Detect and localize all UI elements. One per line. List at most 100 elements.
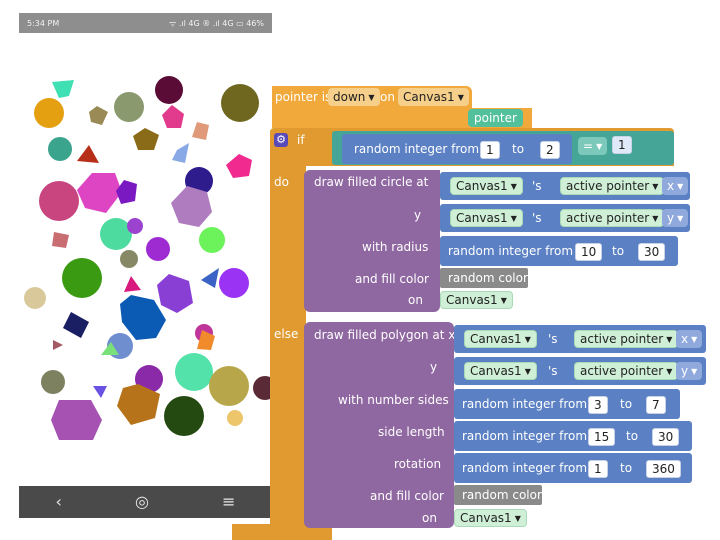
back-icon[interactable]: ‹ xyxy=(56,494,62,510)
shape-circle xyxy=(41,370,65,394)
circle-radius-from-value[interactable]: 10 xyxy=(575,243,603,261)
chevron-down-icon: ▼ xyxy=(510,213,517,223)
polygon-y-component-dropdown[interactable]: Canvas1 ▼ xyxy=(464,362,537,380)
chevron-down-icon: ▼ xyxy=(677,213,684,223)
polygon-length-label: side length xyxy=(378,425,445,439)
shape-polygon xyxy=(116,180,137,204)
polygon-rotation-label: rotation xyxy=(394,457,442,471)
else-label: else xyxy=(274,327,299,341)
if-label: if xyxy=(297,133,305,147)
shape-polygon xyxy=(77,145,99,163)
polygon-sides-to-value[interactable]: 7 xyxy=(646,396,666,414)
shape-polygon xyxy=(77,173,122,213)
shape-polygon xyxy=(171,186,212,227)
shape-polygon xyxy=(162,105,184,128)
circle-y-apos: 's xyxy=(532,211,542,225)
circle-y-field-dropdown[interactable]: y ▼ xyxy=(662,209,689,227)
polygon-sides-label: with number sides xyxy=(338,393,449,407)
polygon-rotation-to-label: to xyxy=(620,461,633,475)
chevron-down-icon: ▼ xyxy=(368,92,375,102)
polygon-sides-from-value[interactable]: 3 xyxy=(588,396,608,414)
shape-polygon xyxy=(63,312,89,338)
shape-circle xyxy=(146,237,170,261)
status-icons: ᯤ .ıl 4G ® .ıl 4G ▭ 46% xyxy=(169,18,264,29)
home-icon[interactable]: ◎ xyxy=(135,494,149,510)
circle-radius-random-label: random integer from xyxy=(448,244,574,258)
gear-icon[interactable]: ⚙ xyxy=(274,133,288,147)
polygon-rotation-from-value[interactable]: 1 xyxy=(588,460,608,478)
condition-from-value[interactable]: 1 xyxy=(480,141,500,159)
polygon-x-prop-dropdown[interactable]: active pointer ▼ xyxy=(574,330,679,348)
shape-polygon xyxy=(89,106,108,125)
circle-on-component[interactable]: Canvas1 ▼ xyxy=(440,291,513,309)
event-name-dropdown[interactable]: down ▼ xyxy=(328,88,380,106)
event-block[interactable]: pointer is down ▼ on Canvas1 ▼ xyxy=(272,86,472,108)
circle-radius-label: with radius xyxy=(362,240,429,254)
chevron-down-icon: ▼ xyxy=(596,141,603,151)
circle-radius-to-value[interactable]: 30 xyxy=(638,243,666,261)
shape-circle xyxy=(24,287,46,309)
polygon-y-field-dropdown[interactable]: y ▼ xyxy=(676,362,703,380)
circle-x-field-dropdown[interactable]: x ▼ xyxy=(662,177,689,195)
polygon-x-field-dropdown[interactable]: x ▼ xyxy=(676,330,703,348)
circle-radius-to-label: to xyxy=(612,244,625,258)
polygon-rotation-to-value[interactable]: 360 xyxy=(646,460,681,478)
polygon-sides-to-label: to xyxy=(620,397,633,411)
canvas-shapes xyxy=(24,76,272,440)
chevron-down-icon: ▼ xyxy=(500,295,507,305)
shape-circle xyxy=(199,227,225,253)
event-component-dropdown[interactable]: Canvas1 ▼ xyxy=(398,88,469,106)
polygon-length-random-label: random integer from xyxy=(462,429,588,443)
circle-on-label: on xyxy=(408,293,423,307)
pointer-param[interactable]: pointer xyxy=(468,109,523,127)
shape-polygon xyxy=(133,128,159,150)
shape-circle xyxy=(221,84,259,122)
shape-circle xyxy=(120,250,138,268)
polygon-y-prop-dropdown[interactable]: active pointer ▼ xyxy=(574,362,679,380)
shape-circle xyxy=(48,137,72,161)
polygon-y-label: y xyxy=(430,360,438,374)
do-label: do xyxy=(274,175,289,189)
polygon-random-color-block[interactable]: random color xyxy=(454,485,542,505)
circle-y-prop-dropdown[interactable]: active pointer ▼ xyxy=(560,209,665,227)
polygon-x-component-dropdown[interactable]: Canvas1 ▼ xyxy=(464,330,537,348)
shape-circle xyxy=(114,92,144,122)
signal-icons: ᯤ .ıl 4G ® .ıl 4G xyxy=(168,18,234,28)
circle-x-prop-dropdown[interactable]: active pointer ▼ xyxy=(560,177,665,195)
chevron-down-icon: ▼ xyxy=(457,92,464,102)
compare-operator-dropdown[interactable]: = ▼ xyxy=(578,137,608,155)
condition-to-value[interactable]: 2 xyxy=(540,141,560,159)
polygon-length-from-value[interactable]: 15 xyxy=(588,428,616,446)
drawing-canvas[interactable] xyxy=(19,70,272,482)
chevron-down-icon: ▼ xyxy=(652,181,659,191)
shape-circle xyxy=(39,181,79,221)
circle-y-label: y xyxy=(414,208,422,222)
status-time: 5:34 PM xyxy=(27,18,60,28)
battery-icon: ▭ xyxy=(236,18,244,28)
circle-y-component-dropdown[interactable]: Canvas1 ▼ xyxy=(450,209,523,227)
shape-polygon xyxy=(52,232,69,248)
circle-title-bar xyxy=(430,170,440,190)
polygon-on-component[interactable]: Canvas1 ▼ xyxy=(454,509,527,527)
shape-polygon xyxy=(51,400,102,440)
menu-icon[interactable]: ≡ xyxy=(222,494,235,510)
shape-circle xyxy=(209,366,249,406)
shape-circle xyxy=(100,218,132,250)
shape-circle xyxy=(127,218,143,234)
event-param-bar: pointer xyxy=(272,108,532,128)
shape-circle xyxy=(62,258,102,298)
chevron-down-icon: ▼ xyxy=(524,366,531,376)
circle-fill-label: and fill color xyxy=(355,272,429,286)
polygon-length-to-value[interactable]: 30 xyxy=(652,428,680,446)
chevron-down-icon: ▼ xyxy=(666,334,673,344)
shape-polygon xyxy=(93,386,107,398)
circle-x-component-dropdown[interactable]: Canvas1 ▼ xyxy=(450,177,523,195)
compare-value[interactable]: 1 xyxy=(612,136,632,154)
circle-random-color-block[interactable]: random color xyxy=(440,268,528,288)
shape-polygon xyxy=(157,274,193,313)
chevron-down-icon: ▼ xyxy=(666,366,673,376)
shape-circle xyxy=(175,353,213,391)
shape-circle xyxy=(227,410,243,426)
shape-polygon xyxy=(120,295,166,340)
polygon-fill-label: and fill color xyxy=(370,489,444,503)
